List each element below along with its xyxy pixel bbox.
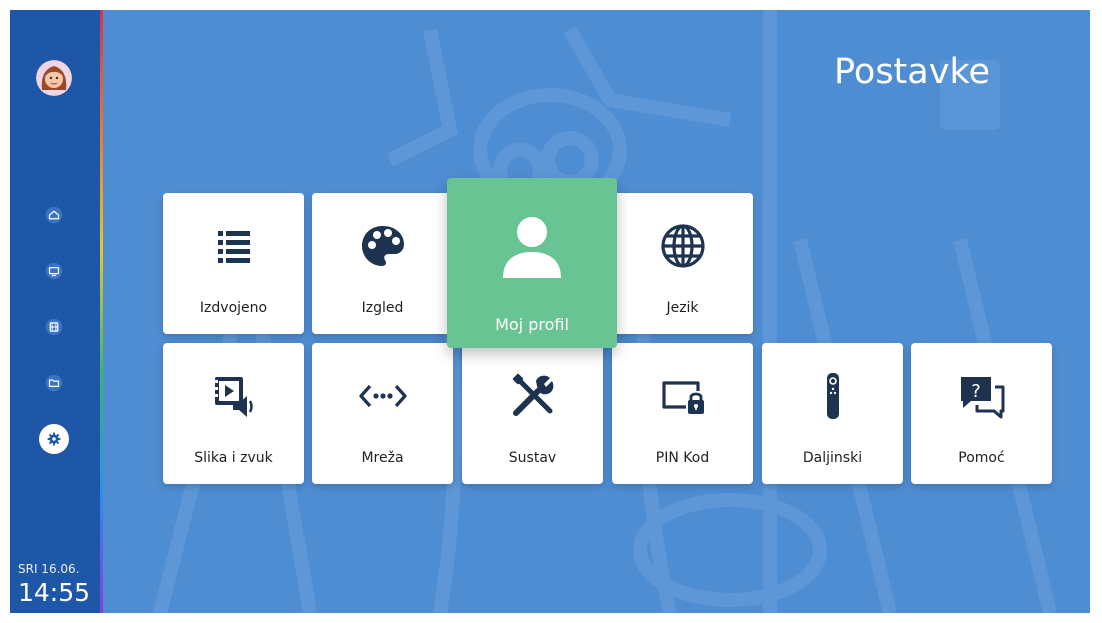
- tile-label: Sustav: [508, 450, 557, 466]
- tile-label: Daljinski: [802, 450, 863, 466]
- gear-icon: [47, 432, 61, 446]
- page-title: Postavke: [834, 52, 990, 92]
- list-icon: [217, 231, 250, 263]
- tv-icon: [45, 262, 63, 280]
- globe-icon: [660, 224, 705, 268]
- tile-pin-kod[interactable]: PIN Kod: [612, 343, 753, 484]
- nav-home[interactable]: [39, 200, 69, 230]
- clock: 14:55: [18, 578, 91, 607]
- tile-label: Moj profil: [495, 315, 569, 334]
- tile-sustav[interactable]: Sustav: [462, 343, 603, 484]
- nav-film[interactable]: [39, 312, 69, 342]
- tile-label: PIN Kod: [655, 450, 710, 466]
- network-icon: [358, 384, 407, 408]
- tile-izgled[interactable]: Izgled: [312, 193, 453, 334]
- tile-pomoc[interactable]: ? Pomoć: [911, 343, 1052, 484]
- folder-icon: [45, 374, 63, 392]
- tools-icon: [512, 373, 553, 416]
- date-label: SRI 16.06.: [18, 562, 80, 576]
- tile-jezik[interactable]: Jezik: [612, 193, 753, 334]
- nav-tv[interactable]: [39, 256, 69, 286]
- tile-label: Slika i zvuk: [194, 450, 273, 466]
- tile-label: Pomoć: [958, 450, 1005, 466]
- film-icon: [45, 318, 63, 336]
- svg-text:?: ?: [971, 381, 981, 402]
- tile-izdvojeno[interactable]: Izdvojeno: [163, 193, 304, 334]
- pin-lock-icon: [661, 381, 704, 414]
- tile-label: Mreža: [361, 450, 404, 466]
- tile-moj-profil[interactable]: Moj profil: [447, 178, 617, 348]
- avatar-icon: [36, 60, 72, 96]
- palette-icon: [361, 226, 404, 266]
- user-avatar[interactable]: [36, 60, 72, 96]
- help-icon: ?: [960, 377, 1004, 419]
- remote-icon: [826, 373, 839, 419]
- tile-mreza[interactable]: Mreža: [312, 343, 453, 484]
- nav-settings[interactable]: [39, 424, 69, 454]
- home-icon: [45, 206, 63, 224]
- video-audio-icon: [214, 377, 253, 417]
- settings-screen: SRI 16.06. 14:55 Postavke Izdvojeno Izgl…: [10, 10, 1090, 613]
- tile-daljinski[interactable]: Daljinski: [762, 343, 903, 484]
- tile-slika-i-zvuk[interactable]: Slika i zvuk: [163, 343, 304, 484]
- tile-label: Jezik: [666, 300, 699, 316]
- tile-label: Izdvojeno: [199, 300, 268, 316]
- nav-folder[interactable]: [39, 368, 69, 398]
- sidebar-accent-line: [100, 10, 103, 613]
- user-icon: [503, 217, 561, 278]
- tile-label: Izgled: [361, 300, 404, 316]
- sidebar: SRI 16.06. 14:55: [10, 10, 100, 613]
